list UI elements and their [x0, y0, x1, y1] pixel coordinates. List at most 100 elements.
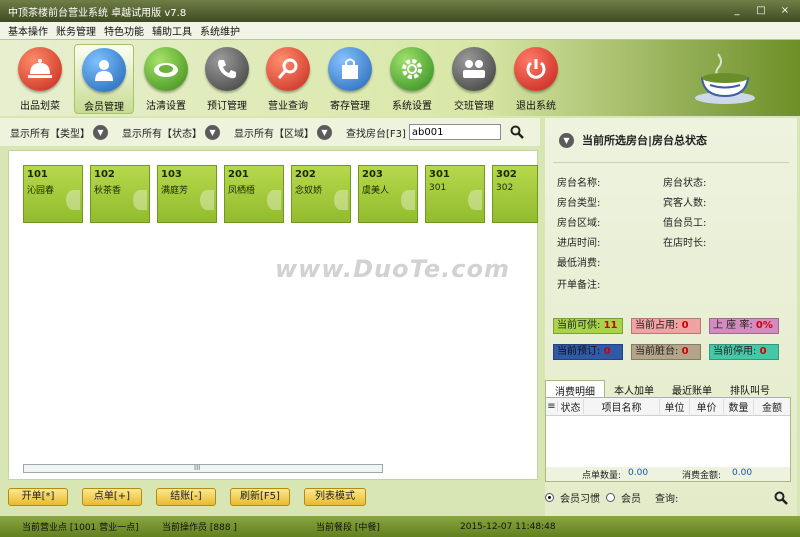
- stat-disabled: 当前停用: 0: [709, 344, 779, 360]
- tab-consumption[interactable]: 消费明细: [545, 380, 605, 398]
- column-price[interactable]: 单价: [690, 399, 724, 414]
- column-amount[interactable]: 金额: [754, 399, 790, 414]
- room-tile[interactable]: 102 秋茶香: [90, 165, 150, 223]
- room-mark-icon: [334, 190, 348, 210]
- room-tile[interactable]: 101 沁园春: [23, 165, 83, 223]
- room-mark-icon: [200, 190, 214, 210]
- menu-features[interactable]: 特色功能: [104, 23, 144, 38]
- room-mark-icon: [468, 190, 482, 210]
- checkin-time-label: 进店时间:: [557, 238, 601, 249]
- column-unit[interactable]: 单位: [660, 399, 690, 414]
- toolbar-exit-button[interactable]: 退出系统: [506, 44, 566, 114]
- column-qty[interactable]: 数量: [724, 399, 754, 414]
- room-search-input[interactable]: [408, 124, 501, 140]
- status-filter-label: 显示所有【状态】: [122, 128, 202, 140]
- toolbar-settings-button[interactable]: 系统设置: [382, 44, 442, 114]
- guests-label: 宾客人数:: [663, 198, 707, 209]
- toolbar-soldout-button[interactable]: 沽清设置: [136, 44, 196, 114]
- toolbar-shift-button[interactable]: 交班管理: [444, 44, 504, 114]
- room-tile[interactable]: 203 虞美人: [358, 165, 418, 223]
- room-state-label: 房台状态:: [663, 178, 707, 189]
- room-area-label: 房台区域:: [557, 218, 601, 229]
- stat-occupied: 当前占用: 0: [631, 318, 701, 334]
- toolbar: 出品划菜 会员管理 沽清设置 预订管理 营业查询 寄存管理 系统设置 交班管理 …: [0, 40, 800, 116]
- list-mode-button[interactable]: 列表模式: [304, 488, 366, 506]
- room-mark-icon: [401, 190, 415, 210]
- member-options: 会员习惯 会员 查询:: [545, 490, 789, 505]
- qty-total: 0.00: [628, 468, 649, 478]
- menu-bar: 基本操作 账务管理 特色功能 辅助工具 系统维护: [0, 22, 800, 40]
- staff-label: 值台员工:: [663, 218, 707, 229]
- detail-tabs: 消费明细 本人加单 最近账单 排队叫号: [545, 380, 797, 398]
- stay-time-label: 在店时长:: [663, 238, 707, 249]
- amount-total: 0.00: [732, 468, 753, 478]
- list-footer: 点单数量: 0.00 消费金额: 0.00: [546, 467, 790, 481]
- scroll-grip[interactable]: III: [194, 465, 200, 472]
- plate-icon: [144, 47, 188, 91]
- member-radio[interactable]: [606, 493, 615, 502]
- close-button[interactable]: ×: [774, 3, 796, 18]
- room-tile[interactable]: 202 念奴娇: [291, 165, 351, 223]
- detail-title: ▼ 当前所选房台|房台总状态: [559, 132, 707, 148]
- amount-total-label: 消费金额:: [682, 471, 722, 481]
- tab-queue[interactable]: 排队叫号: [721, 380, 779, 398]
- type-filter[interactable]: 显示所有【类型】 ▼: [10, 124, 108, 140]
- column-menu-icon[interactable]: ≡: [546, 401, 558, 412]
- room-mark-icon: [267, 190, 281, 210]
- type-filter-label: 显示所有【类型】: [10, 128, 90, 140]
- menu-basic[interactable]: 基本操作: [8, 23, 48, 38]
- open-order-button[interactable]: 开单[*]: [8, 488, 68, 506]
- stat-reserved: 当前预订: 0: [553, 344, 623, 360]
- chevron-down-icon[interactable]: ▼: [559, 132, 574, 148]
- consumption-list: ≡ 状态 项目名称 单位 单价 数量 金额 点单数量: 0.00 消费金额: 0…: [545, 397, 791, 482]
- area-filter[interactable]: 显示所有【区域】 ▼: [234, 124, 332, 140]
- room-tile[interactable]: 302 302: [492, 165, 538, 223]
- menu-maintenance[interactable]: 系统维护: [200, 23, 240, 38]
- menu-tools[interactable]: 辅助工具: [152, 23, 192, 38]
- horizontal-scrollbar[interactable]: III: [23, 464, 383, 473]
- room-tile[interactable]: 103 满庭芳: [157, 165, 217, 223]
- list-header: ≡ 状态 项目名称 单位 单价 数量 金额: [546, 398, 790, 416]
- checkout-button[interactable]: 结账[-]: [156, 488, 216, 506]
- status-filter[interactable]: 显示所有【状态】 ▼: [122, 124, 220, 140]
- window-title: 中顶茶楼前台营业系统 卓越试用版 v7.8: [8, 7, 187, 19]
- add-order-button[interactable]: 点单[+]: [82, 488, 142, 506]
- tab-recent-bills[interactable]: 最近账单: [663, 380, 721, 398]
- room-mark-icon: [66, 190, 80, 210]
- query-label: 查询:: [655, 494, 679, 505]
- status-meal-period: 当前餐段 [中餐]: [316, 523, 380, 533]
- chevron-down-icon[interactable]: ▼: [93, 124, 108, 140]
- stat-dirty: 当前脏台: 0: [631, 344, 701, 360]
- column-status[interactable]: 状态: [558, 399, 584, 414]
- toolbar-booking-button[interactable]: 预订管理: [197, 44, 257, 114]
- member-label: 会员: [621, 494, 641, 505]
- power-icon: [514, 47, 558, 91]
- tab-my-add[interactable]: 本人加单: [605, 380, 663, 398]
- toolbar-query-button[interactable]: 营业查询: [258, 44, 318, 114]
- member-habit-radio[interactable]: [545, 493, 554, 502]
- maximize-button[interactable]: □: [750, 3, 772, 18]
- room-search: 查找房台[F3]: [346, 124, 524, 140]
- stat-occupancy-rate: 上 座 率: 0%: [709, 318, 779, 334]
- status-sales-point: 当前营业点 [1001 营业一点]: [22, 523, 139, 533]
- minimize-button[interactable]: _: [726, 3, 748, 18]
- room-type-label: 房台类型:: [557, 198, 601, 209]
- room-search-label: 查找房台[F3]: [346, 128, 406, 140]
- toolbar-member-button[interactable]: 会员管理: [74, 44, 134, 114]
- menu-accounts[interactable]: 账务管理: [56, 23, 96, 38]
- room-mark-icon: [133, 190, 147, 210]
- refresh-button[interactable]: 刷新[F5]: [230, 488, 290, 506]
- column-item-name[interactable]: 项目名称: [584, 399, 660, 414]
- room-tile[interactable]: 301 301: [425, 165, 485, 223]
- room-tile[interactable]: 201 凤栖梧: [224, 165, 284, 223]
- min-consume-label: 最低消费:: [557, 258, 601, 269]
- toolbar-storage-button[interactable]: 寄存管理: [320, 44, 380, 114]
- chevron-down-icon[interactable]: ▼: [205, 124, 220, 140]
- divider: [553, 162, 789, 163]
- search-icon[interactable]: [510, 125, 524, 139]
- search-icon: [266, 47, 310, 91]
- search-icon[interactable]: [774, 491, 789, 505]
- chevron-down-icon[interactable]: ▼: [317, 124, 332, 140]
- toolbar-serve-button[interactable]: 出品划菜: [10, 44, 70, 114]
- title-bar: 中顶茶楼前台营业系统 卓越试用版 v7.8 _ □ ×: [0, 0, 800, 22]
